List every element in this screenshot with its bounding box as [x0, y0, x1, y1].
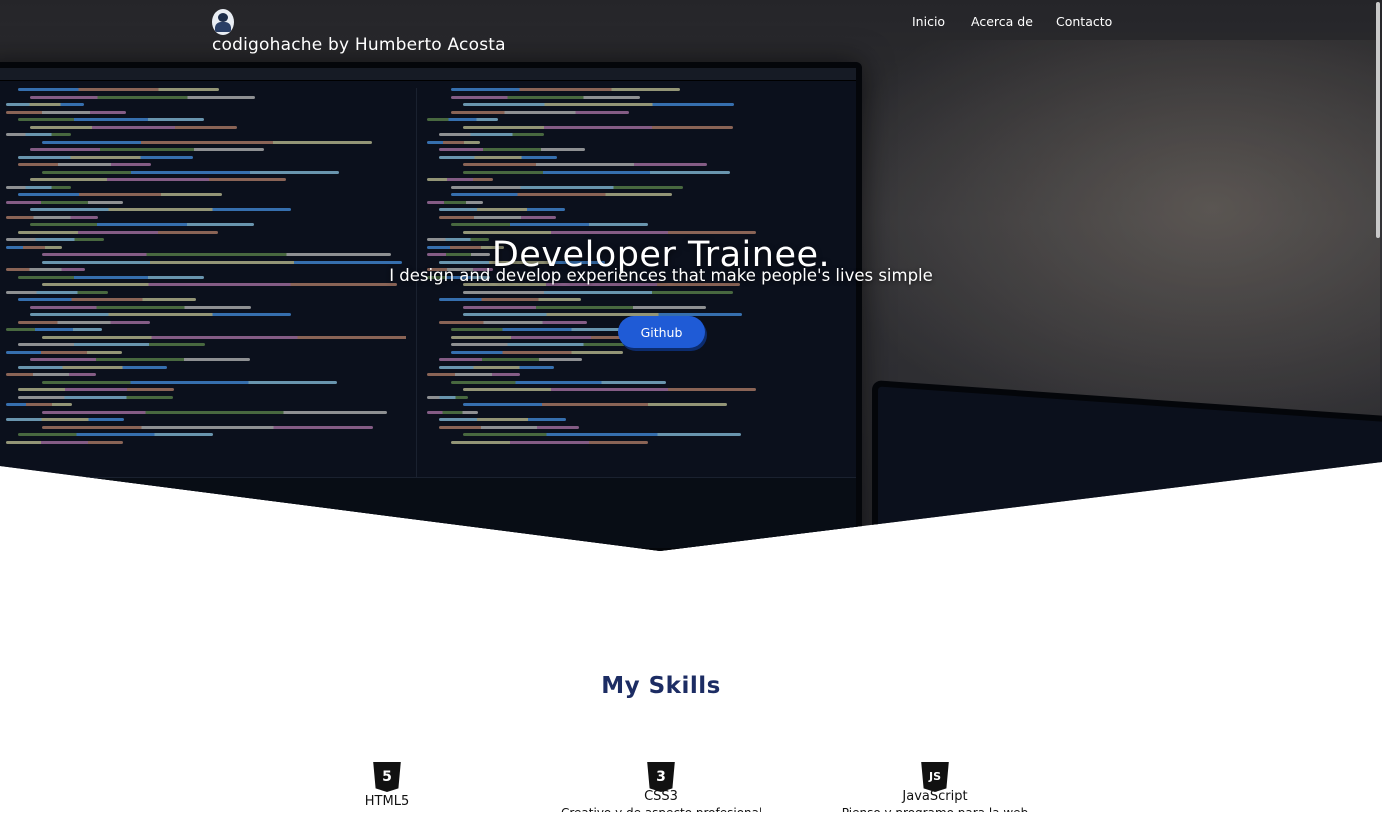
skill-card-javascript: JS JavaScript Pienso y programo para la …: [835, 762, 1035, 812]
page-scrollbar[interactable]: [1374, 0, 1382, 814]
skill-card-html5: 5 HTML5: [357, 762, 417, 809]
scrollbar-thumb[interactable]: [1376, 2, 1380, 238]
avatar-logo-icon[interactable]: [212, 9, 234, 35]
skill-description: Creativo y de aspecto profesional: [561, 806, 761, 812]
nav-item-contacto[interactable]: Contacto: [1056, 14, 1112, 29]
skill-card-css3: 3 CSS3 Creativo y de aspecto profesional: [561, 762, 761, 812]
github-button[interactable]: Github: [618, 316, 705, 348]
avatar-head: [218, 13, 228, 22]
hero-subtitle: I design and develop experiences that ma…: [389, 266, 933, 285]
javascript-icon: JS: [921, 762, 949, 792]
site-brand[interactable]: codigohache by Humberto Acosta: [212, 35, 506, 55]
skill-name: HTML5: [364, 794, 410, 809]
skill-description: Pienso y programo para la web: [835, 806, 1035, 812]
css3-icon: 3: [647, 762, 675, 792]
nav-item-acerca-de[interactable]: Acerca de: [971, 14, 1033, 29]
skills-title: My Skills: [601, 673, 721, 700]
html5-icon: 5: [373, 762, 401, 792]
nav-item-inicio[interactable]: Inicio: [912, 14, 945, 29]
avatar-body: [215, 22, 231, 32]
